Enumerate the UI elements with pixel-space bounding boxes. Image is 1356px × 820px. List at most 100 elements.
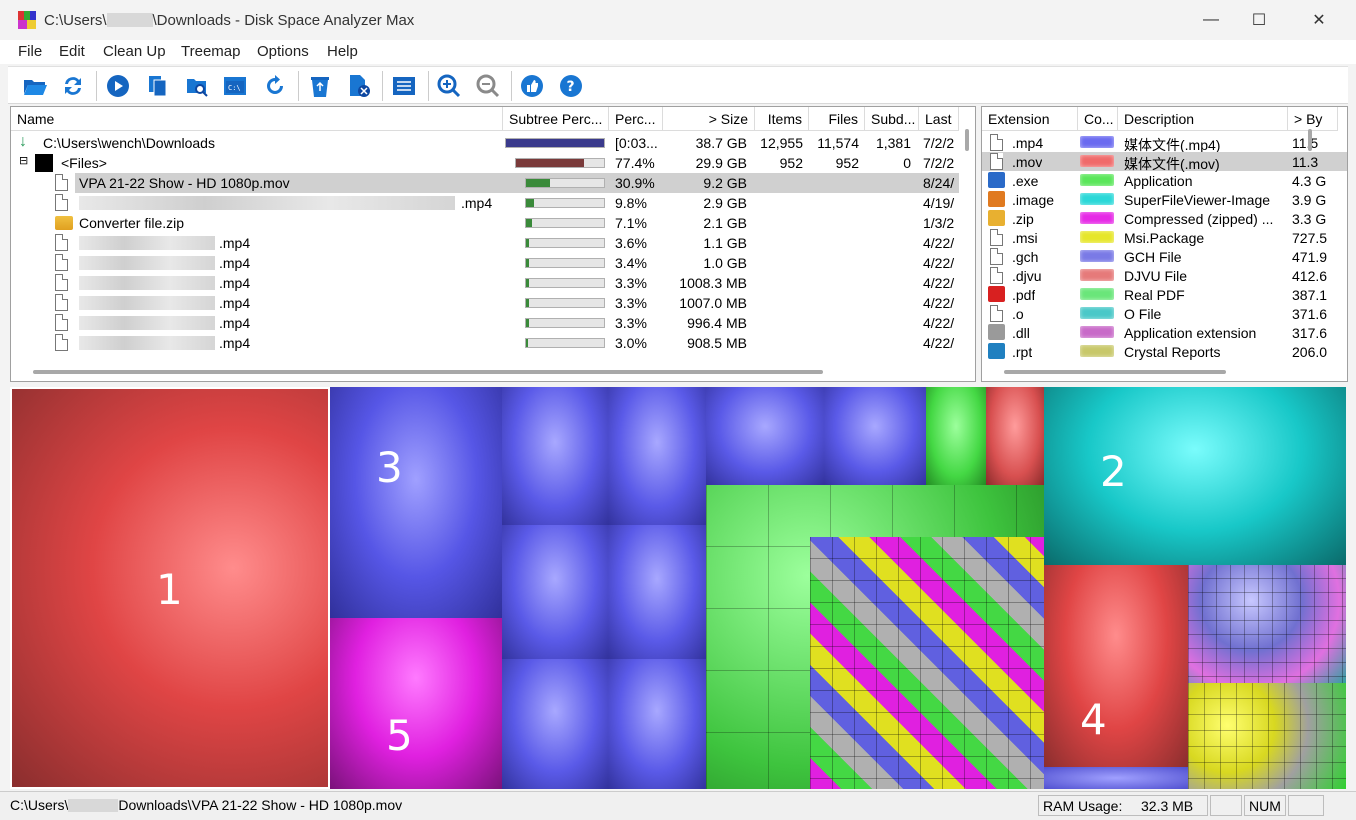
tree-row[interactable]: VPA 21-22 Show - HD 1080p.mov 30.9% 9.2 GB… — [55, 173, 959, 193]
menu-options[interactable]: Options — [257, 43, 309, 60]
treemap[interactable]: 1 2 3 4 5 — [10, 387, 1346, 789]
treemap-block-5[interactable] — [330, 618, 502, 789]
extension-name: .djvu — [1012, 268, 1042, 284]
tree-item-name: <Files> — [61, 155, 107, 171]
treemap-block[interactable] — [926, 387, 986, 485]
tree-vertical-scrollbar[interactable] — [965, 129, 969, 151]
extension-color-swatch — [1080, 193, 1114, 205]
treemap-block-2[interactable] — [1044, 387, 1346, 565]
treemap-block[interactable] — [608, 525, 706, 659]
extension-row[interactable]: .o O File 371.6 — [982, 304, 1347, 323]
tree-cell-perc: 7.1% — [615, 215, 647, 231]
extension-description: Crystal Reports — [1124, 344, 1221, 360]
treemap-block[interactable] — [502, 525, 608, 659]
column-bytes[interactable]: > By — [1288, 107, 1338, 131]
extension-color-swatch — [1080, 250, 1114, 262]
collapse-toggle[interactable]: ⊟ — [19, 154, 28, 167]
tree-row[interactable]: Converter file.zip 7.1% 2.1 GB 1/3/2 — [11, 213, 975, 233]
treemap-mosaic-mixed[interactable] — [810, 537, 1044, 789]
tree-row[interactable]: .mp4 3.0% 908.5 MB 4/22/ — [11, 333, 975, 353]
tree-cell-last: 4/22/ — [923, 275, 955, 291]
tree-row[interactable]: .mp4 3.6% 1.1 GB 4/22/ — [11, 233, 975, 253]
treemap-block[interactable] — [608, 387, 706, 525]
help-icon[interactable]: ? — [558, 73, 584, 99]
extension-bytes: 371.6 — [1292, 306, 1328, 322]
treemap-mosaic-right-bottom[interactable] — [1188, 683, 1346, 789]
console-icon[interactable]: C:\ — [222, 73, 248, 99]
extension-row[interactable]: .mov 媒体文件(.mov) 11.3 — [982, 152, 1347, 172]
extension-row[interactable]: .pdf Real PDF 387.1 — [982, 285, 1347, 304]
menu-edit[interactable]: Edit — [59, 43, 85, 60]
file-icon — [55, 314, 68, 331]
tree-cell-size: 1.0 GB — [703, 255, 747, 271]
extension-color-swatch — [1080, 174, 1114, 186]
column-subdirs[interactable]: Subd... — [865, 107, 919, 131]
tree-horizontal-scrollbar[interactable] — [33, 370, 823, 374]
column-files[interactable]: Files — [809, 107, 865, 131]
treemap-block[interactable] — [706, 387, 824, 485]
menu-treemap[interactable]: Treemap — [181, 43, 240, 60]
column-extension[interactable]: Extension — [982, 107, 1078, 131]
extensions-vertical-scrollbar[interactable] — [1308, 129, 1312, 151]
tree-row[interactable]: .mp4 3.3% 1008.3 MB 4/22/ — [11, 273, 975, 293]
thumbs-up-icon[interactable] — [519, 73, 545, 99]
treemap-block[interactable] — [986, 387, 1044, 485]
column-name[interactable]: Name — [11, 107, 503, 131]
treemap-mosaic-right-top[interactable] — [1188, 565, 1346, 683]
treemap-block-4[interactable] — [1044, 565, 1188, 767]
tree-row[interactable]: .mp4 3.3% 996.4 MB 4/22/ — [11, 313, 975, 333]
extension-row[interactable]: .exe Application 4.3 G — [982, 171, 1347, 190]
maximize-button[interactable]: ☐ — [1230, 0, 1288, 40]
recycle-icon[interactable] — [307, 73, 333, 99]
tree-row[interactable]: .mp4 9.8% 2.9 GB 4/19/ — [11, 193, 975, 213]
menu-file[interactable]: File — [18, 43, 42, 60]
column-size[interactable]: > Size — [663, 107, 755, 131]
tree-item-name: Converter file.zip — [79, 215, 185, 231]
zoom-out-icon[interactable] — [475, 73, 501, 99]
treemap-block[interactable] — [1044, 767, 1188, 789]
list-view-icon[interactable] — [391, 73, 417, 99]
tree-root-row[interactable]: ↓ C:\Users\wench\Downloads [0:03... 38.7 GB… — [11, 133, 975, 153]
copy-icon[interactable] — [145, 73, 171, 99]
extension-row[interactable]: .rpt Crystal Reports 206.0 — [982, 342, 1347, 361]
extension-row[interactable]: .image SuperFileViewer-Image 3.9 G — [982, 190, 1347, 209]
tree-row[interactable]: .mp4 3.4% 1.0 GB 4/22/ — [11, 253, 975, 273]
extension-row[interactable]: .gch GCH File 471.9 — [982, 247, 1347, 266]
extension-row[interactable]: .djvu DJVU File 412.6 — [982, 266, 1347, 285]
delete-file-icon[interactable] — [346, 73, 372, 99]
extension-name: .image — [1012, 192, 1055, 208]
tree-cell-size: 1.1 GB — [703, 235, 747, 251]
treemap-block[interactable] — [502, 659, 608, 789]
tree-files-row[interactable]: ⊟ <Files> 77.4% 29.9 GB 952 952 0 7/2/2 — [11, 153, 975, 173]
extension-row[interactable]: .dll Application extension 317.6 — [982, 323, 1347, 342]
extension-bytes: 206.0 — [1292, 344, 1328, 360]
extensions-horizontal-scrollbar[interactable] — [1004, 370, 1226, 374]
tree-cell-files: 952 — [835, 155, 859, 171]
column-color[interactable]: Co... — [1078, 107, 1118, 131]
reload-icon[interactable] — [262, 73, 288, 99]
treemap-block[interactable] — [824, 387, 926, 485]
file-icon — [55, 234, 68, 251]
extension-row[interactable]: .msi Msi.Package 727.5 — [982, 228, 1347, 247]
tree-row[interactable]: .mp4 3.3% 1007.0 MB 4/22/ — [11, 293, 975, 313]
treemap-block[interactable] — [608, 659, 706, 789]
menu-help[interactable]: Help — [327, 43, 358, 60]
menu-clean-up[interactable]: Clean Up — [103, 43, 166, 60]
extension-row[interactable]: .zip Compressed (zipped) ... 3.3 G — [982, 209, 1347, 228]
zoom-in-icon[interactable] — [436, 73, 462, 99]
subtree-percent-bar — [515, 158, 605, 168]
column-description[interactable]: Description — [1118, 107, 1288, 131]
open-folder-icon[interactable] — [22, 73, 48, 99]
treemap-block-3[interactable] — [330, 387, 502, 618]
refresh-icon[interactable] — [60, 73, 86, 99]
column-items[interactable]: Items — [755, 107, 809, 131]
treemap-block[interactable] — [502, 387, 608, 525]
play-icon[interactable] — [105, 73, 131, 99]
toolbar: C:\ ? — [8, 66, 1348, 104]
column-subtree-percent[interactable]: Subtree Perc... — [503, 107, 609, 131]
find-folder-icon[interactable] — [184, 73, 210, 99]
extension-row[interactable]: .mp4 媒体文件(.mp4) 11.5 — [982, 133, 1347, 153]
column-percent[interactable]: Perc... — [609, 107, 663, 131]
column-last-change[interactable]: Last — [919, 107, 959, 131]
close-button[interactable]: ✕ — [1290, 0, 1348, 40]
